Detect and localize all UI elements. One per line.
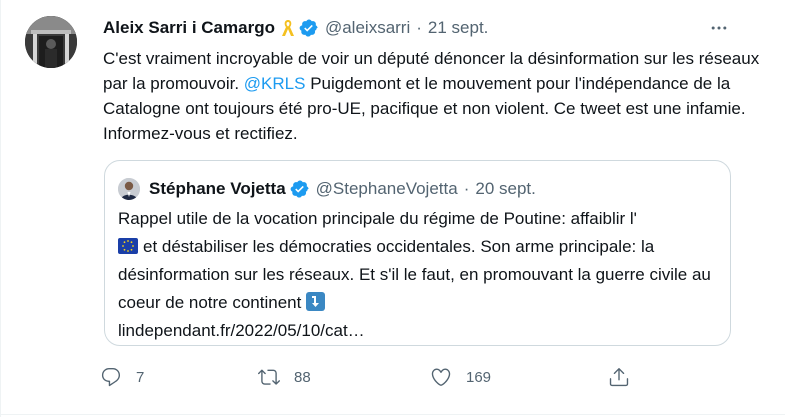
retweet-icon bbox=[258, 369, 280, 385]
tweet-header: Aleix Sarri i Camargo @aleixsarri · 21 s… bbox=[103, 16, 488, 40]
quoted-avatar-photo-icon bbox=[118, 178, 140, 200]
avatar-photo-icon bbox=[25, 16, 77, 68]
retweet-button[interactable]: 88 bbox=[258, 363, 311, 391]
more-icon bbox=[711, 26, 727, 30]
quoted-date: 20 sept. bbox=[475, 179, 536, 198]
author-handle[interactable]: @aleixsarri bbox=[325, 18, 410, 38]
reply-icon bbox=[101, 368, 121, 387]
like-count: 169 bbox=[466, 368, 492, 386]
reply-count: 7 bbox=[136, 368, 145, 386]
quoted-text: Rappel utile de la vocation principale d… bbox=[118, 205, 718, 345]
quoted-link[interactable]: lindependant.fr/2022/05/10/cat… bbox=[118, 321, 365, 340]
separator-dot: · bbox=[463, 179, 470, 198]
reply-button[interactable]: 7 bbox=[100, 363, 144, 391]
arrow-down-emoji-icon bbox=[306, 292, 326, 311]
author-name[interactable]: Aleix Sarri i Camargo bbox=[103, 18, 275, 38]
heart-icon bbox=[431, 368, 451, 386]
eu-flag-icon bbox=[118, 235, 138, 254]
quoted-text-part: Rappel utile de la vocation principale d… bbox=[118, 209, 637, 228]
quoted-text-part: et déstabiliser les démocraties occident… bbox=[118, 237, 711, 312]
quoted-author-handle: @StephaneVojetta bbox=[315, 179, 458, 198]
verified-badge-icon bbox=[290, 179, 310, 199]
separator-dot: · bbox=[416, 18, 422, 37]
quoted-avatar bbox=[118, 178, 140, 200]
tweet-card[interactable]: Aleix Sarri i Camargo @aleixsarri · 21 s… bbox=[0, 0, 785, 417]
avatar[interactable] bbox=[25, 16, 77, 68]
verified-badge-icon bbox=[299, 18, 319, 38]
more-button[interactable] bbox=[708, 18, 730, 38]
tweet-text: C'est vraiment incroyable de voir un dép… bbox=[103, 46, 763, 146]
retweet-count: 88 bbox=[294, 368, 311, 386]
action-bar: 7 88 169 bbox=[100, 363, 640, 391]
mention-link[interactable]: @KRLS bbox=[244, 74, 306, 93]
quoted-header: Stéphane Vojetta @StephaneVojetta · 20 s… bbox=[149, 177, 536, 201]
yellow-ribbon-icon bbox=[281, 18, 295, 38]
quoted-author-name: Stéphane Vojetta bbox=[149, 179, 286, 198]
tweet-date[interactable]: 21 sept. bbox=[428, 18, 489, 38]
share-button[interactable] bbox=[608, 363, 630, 391]
quoted-tweet[interactable]: Stéphane Vojetta @StephaneVojetta · 20 s… bbox=[104, 160, 731, 346]
bottom-divider bbox=[0, 414, 785, 415]
share-icon bbox=[609, 368, 629, 387]
like-button[interactable]: 169 bbox=[430, 363, 491, 391]
left-divider bbox=[0, 0, 1, 417]
